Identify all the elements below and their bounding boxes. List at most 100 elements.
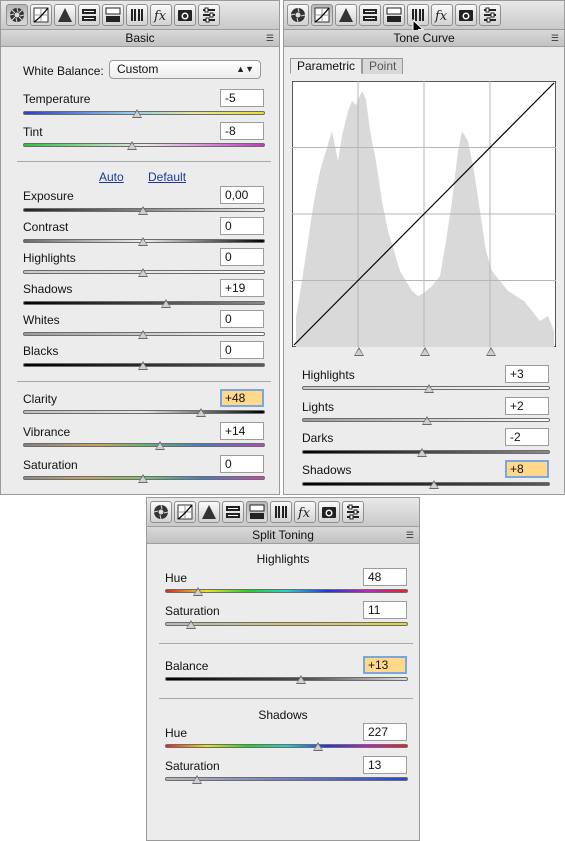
presets-icon[interactable] [198, 4, 220, 26]
shadows-hue-slider[interactable] [165, 744, 408, 748]
whites-label: Whites [23, 313, 60, 327]
svg-text:fx: fx [153, 9, 167, 23]
shadows-slider-thumb[interactable] [161, 299, 171, 308]
balance-slider[interactable] [165, 677, 408, 681]
curve-shadows-field[interactable]: +8 [505, 460, 549, 478]
saturation-field[interactable]: 0 [220, 455, 264, 473]
effects-icon[interactable]: fx [150, 4, 172, 26]
highlights-slider-thumb[interactable] [138, 268, 148, 277]
hsl-icon[interactable] [359, 4, 381, 26]
shadows-slider[interactable] [23, 301, 265, 305]
hsl-icon[interactable] [78, 4, 100, 26]
curve-split-point-highlights[interactable] [486, 347, 496, 356]
saturation-slider-thumb[interactable] [138, 474, 148, 483]
camera-calibration-icon[interactable] [318, 501, 340, 523]
aperture-icon[interactable] [6, 4, 28, 26]
darks-slider-thumb[interactable] [417, 448, 427, 457]
balance-slider-thumb[interactable] [296, 675, 306, 684]
highlights-saturation-slider-thumb[interactable] [186, 620, 196, 629]
vibrance-slider[interactable] [23, 443, 265, 447]
highlights-hue-slider-thumb[interactable] [193, 587, 203, 596]
lens-corrections-icon[interactable] [126, 4, 148, 26]
split-toning-icon[interactable] [246, 501, 268, 523]
temperature-label: Temperature [23, 92, 91, 106]
highlights-hue-label: Hue [165, 571, 188, 585]
aperture-icon[interactable] [287, 4, 309, 26]
curve-highlights-field[interactable]: +3 [505, 365, 549, 383]
lights-slider-thumb[interactable] [422, 416, 432, 425]
camera-calibration-icon[interactable] [174, 4, 196, 26]
tone-curve-icon[interactable] [311, 4, 333, 26]
highlights-saturation-field[interactable]: 11 [363, 601, 407, 619]
clarity-slider[interactable] [23, 410, 265, 414]
vibrance-label: Vibrance [23, 425, 71, 439]
divider [159, 643, 413, 644]
temperature-slider[interactable] [23, 111, 265, 115]
temperature-slider-thumb[interactable] [132, 109, 142, 118]
camera-calibration-icon[interactable] [455, 4, 477, 26]
lens-corrections-icon[interactable] [270, 501, 292, 523]
panel-menu-icon[interactable]: ☰ [266, 30, 274, 47]
split-toning-icon[interactable] [102, 4, 124, 26]
detail-icon[interactable] [335, 4, 357, 26]
tone-curve-graph[interactable] [292, 81, 556, 347]
detail-icon[interactable] [198, 501, 220, 523]
balance-label: Balance [165, 659, 209, 673]
tab-parametric[interactable]: Parametric [290, 58, 363, 74]
darks-field[interactable]: -2 [505, 428, 549, 446]
exposure-slider-thumb[interactable] [138, 206, 148, 215]
shadows-field[interactable]: +19 [220, 279, 264, 297]
auto-link[interactable]: Auto [99, 170, 124, 184]
tab-point[interactable]: Point [362, 58, 404, 74]
temperature-field[interactable]: -5 [220, 89, 264, 107]
whites-field[interactable]: 0 [220, 310, 264, 328]
shadows-hue-slider-thumb[interactable] [313, 742, 323, 751]
panel-menu-icon[interactable]: ☰ [551, 30, 559, 47]
clarity-slider-thumb[interactable] [196, 408, 206, 417]
whites-slider-thumb[interactable] [138, 330, 148, 339]
blacks-slider-thumb[interactable] [138, 361, 148, 370]
aperture-icon[interactable] [150, 501, 172, 523]
exposure-label: Exposure [23, 189, 74, 203]
contrast-field[interactable]: 0 [220, 217, 264, 235]
panel-menu-icon[interactable]: ☰ [406, 527, 414, 544]
shadows-saturation-field[interactable]: 13 [363, 756, 407, 774]
highlights-field[interactable]: 0 [220, 248, 264, 266]
detail-icon[interactable] [54, 4, 76, 26]
curve-split-point-shadows[interactable] [354, 347, 364, 356]
clarity-field[interactable]: +48 [220, 389, 264, 407]
vibrance-field[interactable]: +14 [220, 422, 264, 440]
effects-icon[interactable]: fx [431, 4, 453, 26]
tone-curve-icon[interactable] [174, 501, 196, 523]
lights-field[interactable]: +2 [505, 397, 549, 415]
divider [17, 161, 271, 162]
shadows-label: Shadows [23, 282, 73, 296]
shadows-hue-field[interactable]: 227 [363, 723, 407, 741]
shadows-saturation-slider-thumb[interactable] [192, 775, 202, 784]
curve-split-point-midtones[interactable] [420, 347, 430, 356]
contrast-slider-thumb[interactable] [138, 237, 148, 246]
tint-slider[interactable] [23, 143, 265, 147]
highlights-saturation-slider[interactable] [165, 622, 408, 626]
blacks-field[interactable]: 0 [220, 341, 264, 359]
balance-field[interactable]: +13 [363, 656, 407, 674]
tint-field[interactable]: -8 [220, 122, 264, 140]
tint-slider-thumb[interactable] [127, 141, 137, 150]
curve-shadows-slider[interactable] [302, 482, 550, 486]
svg-text:fx: fx [297, 506, 311, 520]
updown-arrow-icon: ▲▼ [236, 64, 254, 74]
tone-curve-icon[interactable] [30, 4, 52, 26]
presets-icon[interactable] [342, 501, 364, 523]
presets-icon[interactable] [479, 4, 501, 26]
vibrance-slider-thumb[interactable] [155, 441, 165, 450]
highlights-hue-field[interactable]: 48 [363, 568, 407, 586]
effects-icon[interactable]: fx [294, 501, 316, 523]
hsl-icon[interactable] [222, 501, 244, 523]
white-balance-select[interactable]: Custom ▲▼ [109, 60, 261, 79]
exposure-field[interactable]: 0,00 [220, 186, 264, 204]
split-toning-icon[interactable] [383, 4, 405, 26]
curve-shadows-slider-thumb[interactable] [429, 480, 439, 489]
default-link[interactable]: Default [148, 170, 186, 184]
highlights-heading: Highlights [256, 552, 310, 566]
curve-highlights-slider-thumb[interactable] [424, 384, 434, 393]
